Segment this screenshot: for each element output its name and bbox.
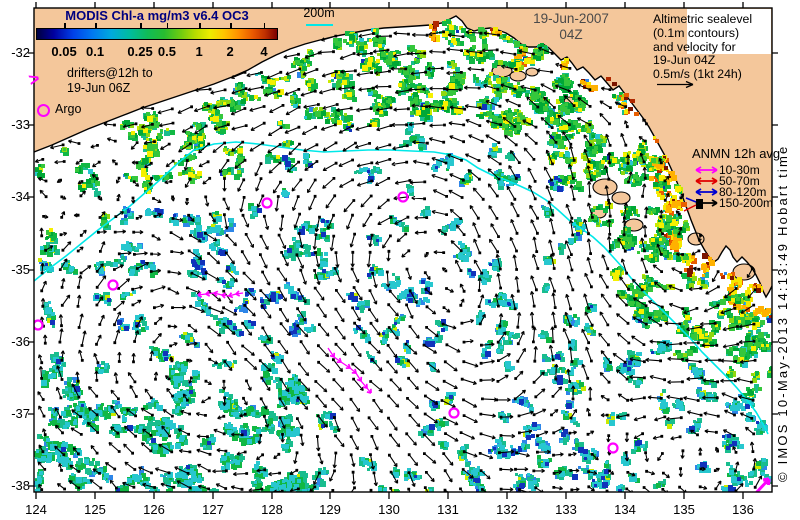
x-tick-label: 134 bbox=[614, 502, 636, 517]
island bbox=[525, 67, 539, 77]
y-tick-label: -35 bbox=[11, 262, 30, 277]
chl-warm-spot bbox=[630, 99, 635, 103]
colorbar-tick bbox=[230, 23, 232, 29]
anmn-depth-arrow-icon bbox=[695, 199, 718, 207]
x-tick-label: 129 bbox=[319, 502, 341, 517]
altimetry-legend-line: 19-Jun 04Z bbox=[653, 53, 716, 68]
argo-float-marker bbox=[448, 407, 460, 419]
anmn-depth-arrow-icon bbox=[695, 166, 718, 174]
x-tick-label: 127 bbox=[202, 502, 224, 517]
colorbar-tick-label: 4 bbox=[260, 44, 268, 59]
altimetry-legend: Altimetric sealevel (0.1m contours) and ve… bbox=[653, 12, 753, 82]
colorbar-tick bbox=[64, 23, 66, 29]
isobath-depth-label: 200m bbox=[303, 6, 335, 20]
y-tick-label: -37 bbox=[11, 406, 30, 421]
island bbox=[611, 191, 631, 205]
anmn-depth-label: 150-200m bbox=[719, 196, 774, 210]
x-tick-label: 125 bbox=[84, 502, 106, 517]
colorbar-tick bbox=[166, 23, 169, 29]
time-label: 04Z bbox=[559, 27, 583, 42]
colorbar-tick-label: 0.5 bbox=[157, 44, 176, 59]
anmn-depth-arrow-icon bbox=[695, 188, 718, 196]
island bbox=[592, 178, 618, 196]
chl-warm-spot bbox=[612, 82, 617, 86]
x-tick-label: 135 bbox=[673, 502, 695, 517]
chl-warm-spot bbox=[634, 112, 639, 116]
drifters-legend-line1: drifters@12h to bbox=[67, 66, 153, 80]
drifter-track bbox=[754, 477, 771, 492]
colorbar-title: MODIS Chl-a mg/m3 v6.4 OC3 bbox=[65, 8, 249, 23]
x-tick-label: 131 bbox=[437, 502, 459, 517]
colorbar-tick bbox=[140, 23, 142, 29]
ocean-current-chart: MODIS Chl-a mg/m3 v6.4 OC3 0.05 0.1 0.25 0.… bbox=[0, 0, 800, 520]
island bbox=[509, 70, 527, 82]
colorbar-tick bbox=[199, 23, 201, 29]
x-tick-label: 130 bbox=[378, 502, 400, 517]
colorbar-tick bbox=[263, 23, 266, 29]
altimetry-legend-line: Altimetric sealevel bbox=[653, 12, 753, 26]
chl-warm-spot bbox=[606, 77, 611, 81]
y-tick-label: -32 bbox=[11, 45, 30, 60]
argo-float-marker bbox=[607, 442, 619, 454]
colorbar-tick-label: 2 bbox=[226, 44, 234, 59]
y-tick-label: -34 bbox=[11, 189, 30, 204]
colorbar bbox=[36, 28, 278, 40]
velocity-scale-arrow bbox=[657, 80, 694, 89]
x-tick-label: 124 bbox=[25, 502, 47, 517]
colorbar-tick-label: 0.05 bbox=[51, 44, 77, 59]
colorbar-tick-label: 0.25 bbox=[127, 44, 153, 59]
y-tick-label: -33 bbox=[11, 117, 30, 132]
date-label: 19-Jun-2007 bbox=[533, 11, 609, 26]
x-tick-label: 128 bbox=[261, 502, 283, 517]
y-tick-label: -38 bbox=[11, 478, 30, 493]
colorbar-tick bbox=[95, 23, 97, 29]
colorbar-tick-label: 1 bbox=[195, 44, 203, 59]
chl-warm-spot bbox=[624, 93, 629, 97]
copyright-text: © IMOS 10-May-2013 14:13:49 Hobart time bbox=[775, 144, 790, 482]
anmn-depth-arrow-icon bbox=[695, 177, 718, 185]
x-tick-label: 132 bbox=[496, 502, 518, 517]
colorbar-tick-label: 0.1 bbox=[86, 44, 105, 59]
altimetry-legend-line: (0.1m contours) bbox=[653, 25, 740, 40]
x-tick-label: 126 bbox=[143, 502, 165, 517]
isobath-key-line bbox=[306, 24, 333, 26]
x-tick-label: 133 bbox=[555, 502, 577, 517]
drifters-legend-line2: 19-Jun 06Z bbox=[67, 81, 131, 95]
altimetry-legend-line: and velocity for bbox=[653, 39, 736, 54]
island bbox=[732, 263, 756, 281]
argo-float-marker bbox=[34, 319, 44, 331]
drifter-track bbox=[197, 290, 244, 299]
drifter-track bbox=[327, 347, 372, 394]
x-tick-label: 136 bbox=[732, 502, 754, 517]
argo-circle-icon bbox=[37, 104, 50, 117]
y-tick-label: -36 bbox=[11, 334, 30, 349]
anmn-legend-title: ANMN 12h avg bbox=[692, 146, 781, 161]
chl-warm-spot bbox=[628, 107, 633, 111]
argo-float-marker bbox=[107, 279, 119, 291]
argo-float-marker bbox=[261, 197, 273, 209]
argo-legend-label: Argo bbox=[55, 102, 82, 116]
